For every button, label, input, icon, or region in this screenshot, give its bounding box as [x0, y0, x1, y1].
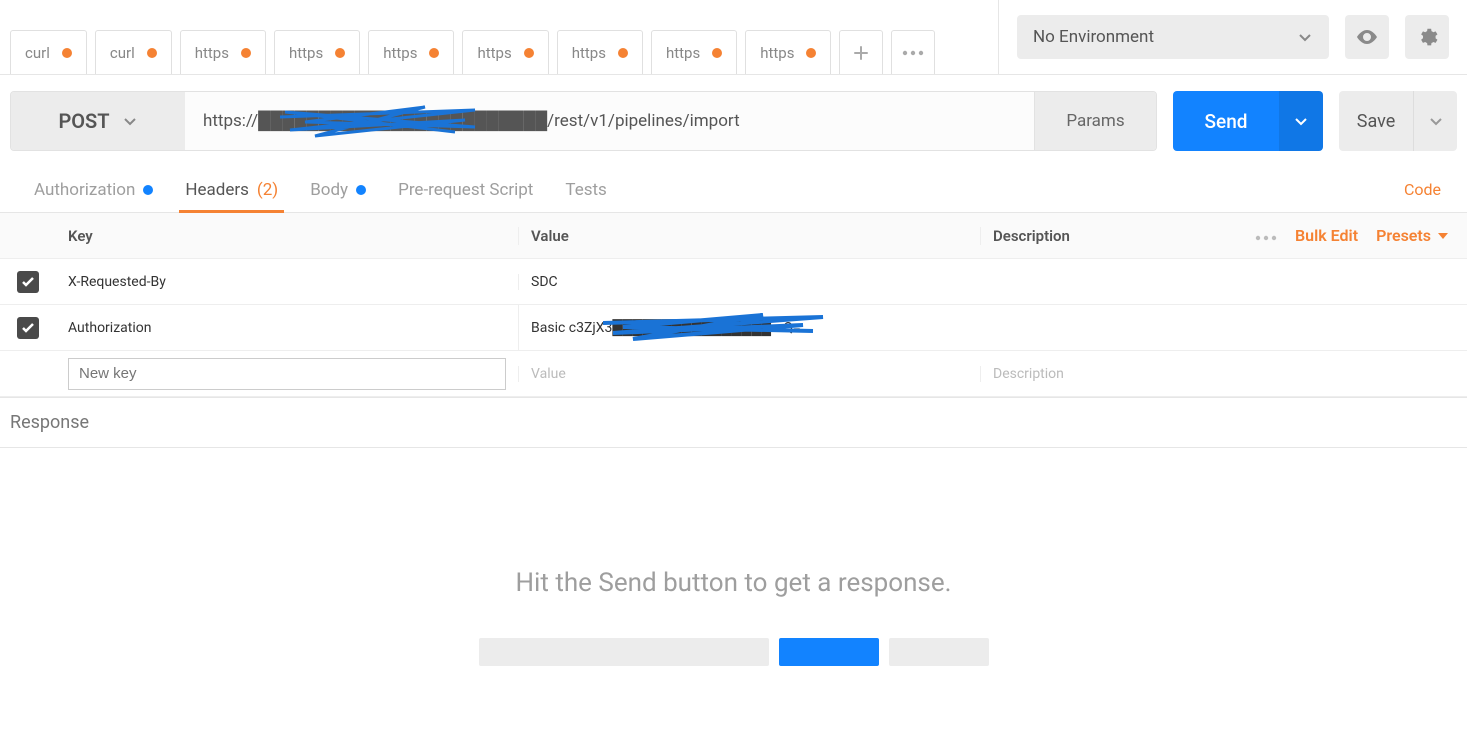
request-tab[interactable]: curl: [95, 30, 172, 74]
active-indicator-icon: [143, 185, 153, 195]
send-button[interactable]: Send: [1173, 91, 1279, 151]
row-enable-checkbox[interactable]: [17, 271, 39, 293]
header-value[interactable]: Basic c3ZjX3████████████████mQ=: [518, 305, 980, 350]
environment-preview-button[interactable]: [1345, 15, 1389, 59]
unsaved-dot-icon: [429, 48, 439, 58]
unsaved-dot-icon: [712, 48, 722, 58]
request-tab[interactable]: https: [274, 30, 360, 74]
request-tab[interactable]: curl: [10, 30, 87, 74]
header-key[interactable]: Authorization: [56, 320, 518, 336]
chevron-down-icon: [1428, 113, 1444, 129]
tab-tests[interactable]: Tests: [549, 167, 622, 212]
response-placeholder-graphic: [479, 638, 989, 666]
response-empty-message: Hit the Send button to get a response.: [516, 568, 952, 598]
header-value[interactable]: SDC: [518, 274, 980, 290]
request-tab[interactable]: https: [368, 30, 454, 74]
url-input[interactable]: https://████████████████████████/rest/v1…: [185, 92, 1034, 150]
new-key-input[interactable]: [68, 358, 506, 390]
settings-button[interactable]: [1405, 15, 1449, 59]
new-description-placeholder[interactable]: Description: [980, 366, 1467, 382]
plus-icon: [853, 45, 869, 61]
row-enable-checkbox[interactable]: [17, 317, 39, 339]
unsaved-dot-icon: [806, 48, 816, 58]
header-row: Authorization Basic c3ZjX3██████████████…: [0, 305, 1467, 351]
unsaved-dot-icon: [241, 48, 251, 58]
unsaved-dot-icon: [524, 48, 534, 58]
request-tab[interactable]: https: [557, 30, 643, 74]
header-key[interactable]: X-Requested-By: [56, 274, 518, 290]
request-tab[interactable]: https: [462, 30, 548, 74]
header-row: X-Requested-By SDC: [0, 259, 1467, 305]
column-options-button[interactable]: [1255, 225, 1277, 246]
caret-down-icon: [1437, 230, 1449, 242]
ellipsis-icon: [1255, 235, 1277, 241]
active-indicator-icon: [356, 185, 366, 195]
presets-dropdown[interactable]: Presets: [1376, 226, 1449, 245]
request-tab[interactable]: https: [745, 30, 831, 74]
check-icon: [21, 321, 35, 335]
tab-overflow-button[interactable]: [891, 30, 935, 74]
environment-area: No Environment: [999, 0, 1467, 74]
new-tab-button[interactable]: [839, 30, 883, 74]
unsaved-dot-icon: [335, 48, 345, 58]
unsaved-dot-icon: [618, 48, 628, 58]
eye-icon: [1355, 25, 1379, 49]
response-section-label: Response: [0, 398, 1467, 448]
http-method-select[interactable]: POST: [11, 92, 185, 150]
response-body: Hit the Send button to get a response.: [0, 448, 1467, 666]
unsaved-dot-icon: [147, 48, 157, 58]
bulk-edit-link[interactable]: Bulk Edit: [1295, 226, 1358, 245]
request-tabs: curl curl https https https https https …: [0, 0, 999, 74]
save-button[interactable]: Save: [1339, 91, 1413, 151]
unsaved-dot-icon: [62, 48, 72, 58]
check-icon: [21, 275, 35, 289]
gear-icon: [1416, 26, 1438, 48]
http-method-label: POST: [58, 109, 109, 133]
new-header-row: Value Description: [0, 351, 1467, 397]
environment-select[interactable]: No Environment: [1017, 15, 1329, 59]
ellipsis-icon: [902, 50, 924, 56]
tab-pre-request-script[interactable]: Pre-request Script: [382, 167, 549, 212]
send-dropdown[interactable]: [1279, 91, 1323, 151]
chevron-down-icon: [122, 113, 138, 129]
request-tab[interactable]: https: [180, 30, 266, 74]
tab-headers[interactable]: Headers(2): [169, 167, 294, 212]
column-header-value: Value: [518, 227, 980, 245]
save-dropdown[interactable]: [1413, 91, 1457, 151]
code-link[interactable]: Code: [1404, 180, 1449, 199]
column-header-description: Description: [980, 227, 1237, 245]
request-tab[interactable]: https: [651, 30, 737, 74]
new-value-placeholder[interactable]: Value: [518, 366, 980, 382]
chevron-down-icon: [1297, 29, 1313, 45]
headers-table: Key Value Description Bulk Edit Presets …: [0, 213, 1467, 398]
tab-authorization[interactable]: Authorization: [18, 167, 169, 212]
chevron-down-icon: [1293, 113, 1309, 129]
url-text: https://████████████████████████/rest/v1…: [203, 111, 740, 131]
column-header-key: Key: [56, 227, 518, 245]
tab-body[interactable]: Body: [294, 167, 382, 212]
params-button[interactable]: Params: [1034, 92, 1156, 150]
environment-label: No Environment: [1033, 27, 1154, 47]
